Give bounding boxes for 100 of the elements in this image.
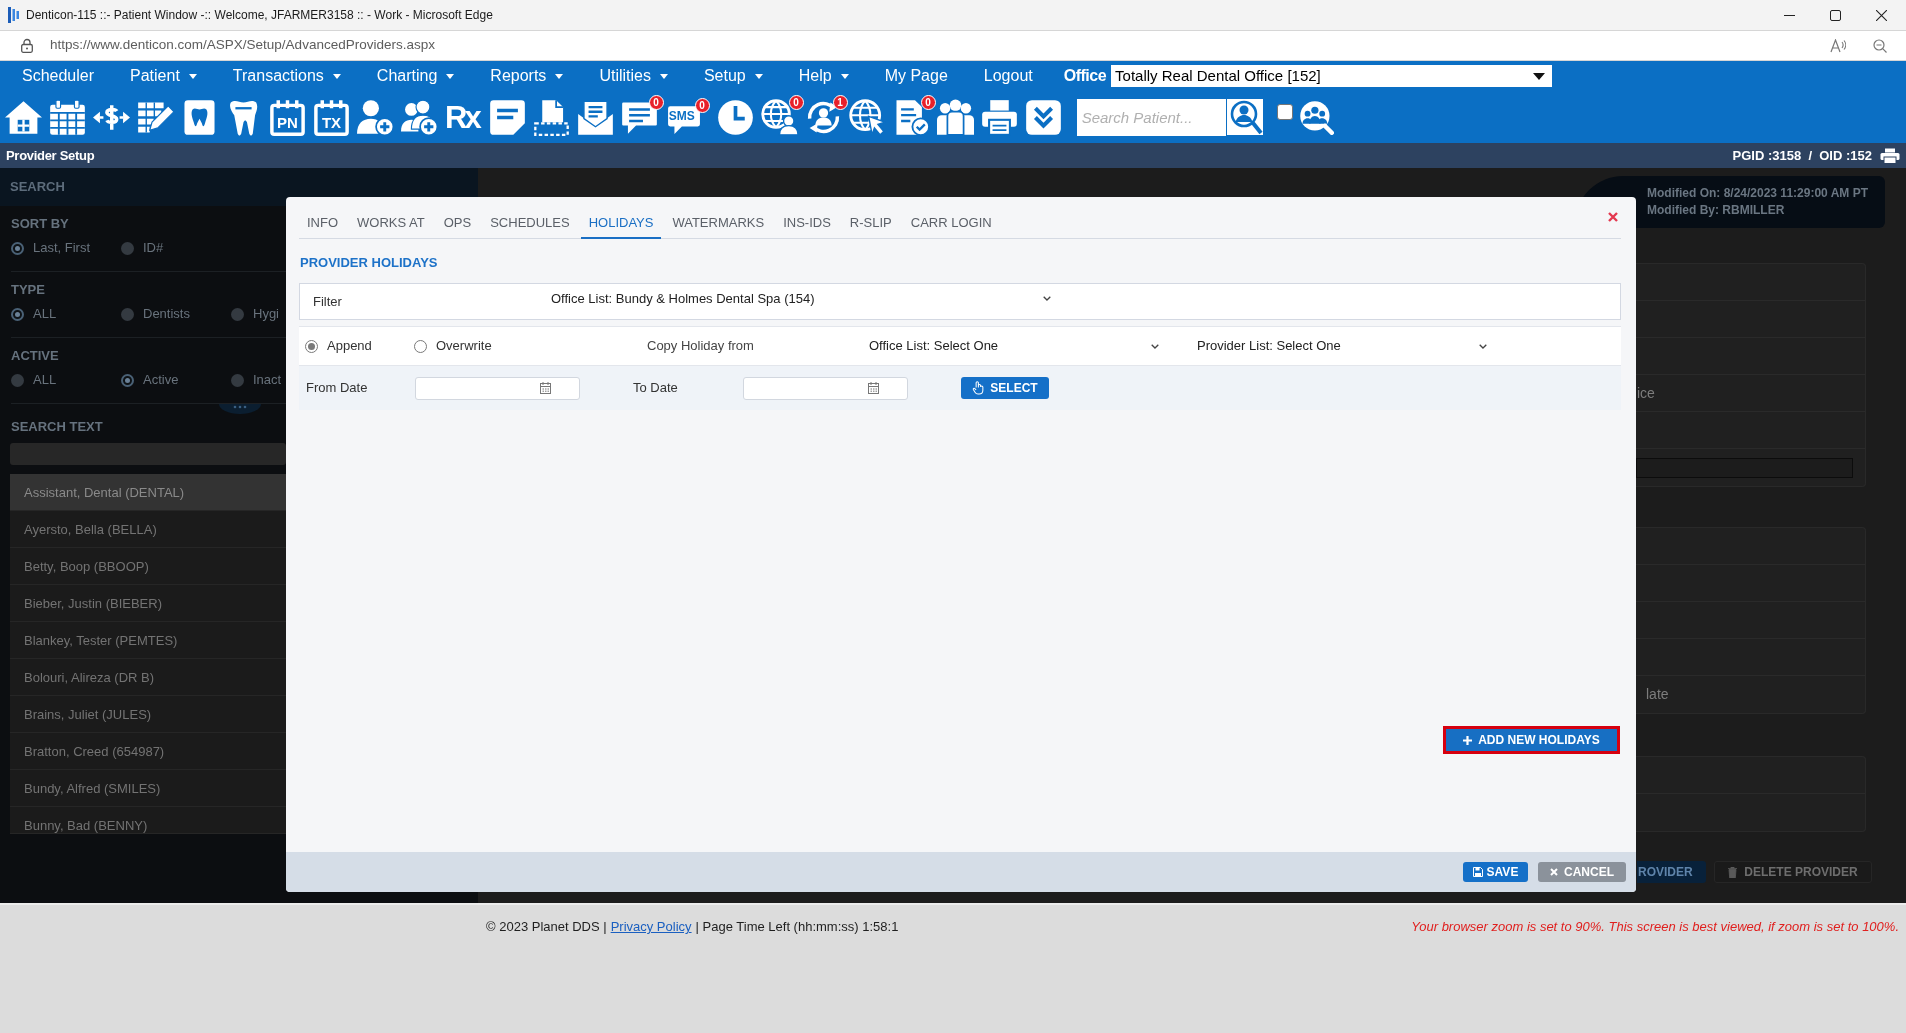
tab[interactable]: WORKS AT xyxy=(349,209,433,239)
tx-button[interactable]: TX xyxy=(313,98,350,136)
filter-heading: SEARCH TEXT xyxy=(11,419,104,435)
menu-item[interactable]: Setup xyxy=(703,64,763,88)
radio-button[interactable] xyxy=(11,241,24,255)
tab[interactable]: SCHEDULES xyxy=(482,209,578,239)
people-icon[interactable] xyxy=(936,98,974,136)
pn-button[interactable]: PN xyxy=(269,98,306,136)
filter-dropdown[interactable]: Office List: Bundy & Holmes Dental Spa (154) xyxy=(545,288,1061,309)
dropdown[interactable]: Provider List: Select One xyxy=(1197,336,1490,356)
printer-icon[interactable] xyxy=(1880,147,1900,164)
search-field[interactable] xyxy=(10,443,286,465)
calendar-frame-icon xyxy=(313,98,350,136)
radio-button[interactable] xyxy=(121,241,134,255)
save-icon xyxy=(1472,867,1483,877)
dropdown[interactable]: Office List: Select One xyxy=(869,336,1162,356)
menu-item[interactable]: Utilities xyxy=(599,64,668,88)
menu-item[interactable]: Scheduler xyxy=(22,64,95,88)
radio-button[interactable] xyxy=(414,339,427,353)
field-label: Copy Holiday from xyxy=(647,337,755,356)
add-user-icon[interactable] xyxy=(357,98,394,136)
home-icon[interactable] xyxy=(5,98,42,136)
calendar-icon[interactable] xyxy=(49,98,86,136)
radio-button[interactable] xyxy=(121,307,134,321)
save-button[interactable]: SAVE xyxy=(1463,862,1528,882)
modified-on-text: Modified On: 8/24/2023 11:29:00 AM PT xyxy=(1647,185,1869,201)
menu-item[interactable]: Charting xyxy=(376,64,455,88)
radio-label: ALL xyxy=(33,305,57,324)
group-search-icon[interactable] xyxy=(1297,99,1334,135)
delete-provider-button[interactable]: DELETE PROVIDER xyxy=(1714,861,1872,883)
radio-button[interactable] xyxy=(11,307,24,321)
field-label: late xyxy=(1645,685,1669,704)
menu-item[interactable]: Reports xyxy=(490,64,564,88)
tooth-card-icon[interactable] xyxy=(181,98,218,136)
radio-label: Last, First xyxy=(33,239,91,258)
office-select[interactable]: Totally Real Dental Office [152] xyxy=(1111,65,1553,87)
tab[interactable]: HOLIDAYS xyxy=(580,209,662,239)
handle-icon[interactable] xyxy=(219,404,261,414)
globe-cursor-icon[interactable] xyxy=(848,98,886,136)
menu-item[interactable]: My Page xyxy=(884,64,948,88)
read-aloud-icon[interactable] xyxy=(1830,38,1846,53)
tab[interactable]: OPS xyxy=(435,209,480,239)
plus-icon xyxy=(1463,735,1473,745)
url-field[interactable]: https://www.denticon.com/ASPX/Setup/AdvancedProviders.aspx xyxy=(50,35,435,56)
checkbox[interactable] xyxy=(1276,104,1293,120)
text-field[interactable] xyxy=(1636,457,1853,478)
radio-label: ALL xyxy=(33,371,57,390)
notification-badge: 0 xyxy=(920,94,936,110)
field-label: ice xyxy=(1636,383,1655,403)
date-field[interactable] xyxy=(743,376,908,400)
field-label: Filter xyxy=(312,292,343,311)
window-title: Denticon-115 ::- Patient Window -:: Welcome, JFARMER3158 :: - Work - Microsoft Edge xyxy=(26,7,493,24)
tab[interactable]: WATERMARKS xyxy=(664,209,773,239)
zoom-out-icon[interactable] xyxy=(1873,38,1887,53)
add-holidays-button[interactable]: ADD NEW HOLIDAYS xyxy=(1443,726,1620,754)
menu-item[interactable]: Help xyxy=(798,64,849,88)
radio-button[interactable] xyxy=(11,373,24,387)
radio-label: Append xyxy=(327,337,372,356)
double-chevron-icon[interactable] xyxy=(1024,98,1062,136)
section-title: PROVIDER HOLIDAYS xyxy=(300,255,439,271)
session-time-text: | Page Time Left (hh:mm:ss) 1:58:1 xyxy=(695,918,899,936)
privacy-policy-link[interactable]: Privacy Policy xyxy=(610,917,692,937)
note-icon[interactable] xyxy=(488,98,526,136)
tab[interactable]: CARR LOGIN xyxy=(902,209,1000,239)
notification-badge: 1 xyxy=(832,94,848,110)
patient-search-field[interactable]: Search Patient... xyxy=(1076,98,1226,136)
patient-search-icon[interactable] xyxy=(1225,98,1264,136)
menu-item[interactable]: Transactions xyxy=(232,64,341,88)
chevron-down-icon xyxy=(1043,296,1051,301)
tab[interactable]: INFO xyxy=(299,209,347,239)
add-users-icon[interactable] xyxy=(401,98,438,136)
sms-button[interactable]: SMS 0 xyxy=(664,98,710,136)
tab[interactable]: INS-IDS xyxy=(775,209,839,239)
modified-by-text: Modified By: RBMILLER xyxy=(1647,202,1786,218)
radio-button[interactable] xyxy=(231,373,244,387)
menu-item[interactable]: Patient xyxy=(130,64,197,88)
tab[interactable]: R-SLIP xyxy=(841,209,900,239)
clock-icon[interactable] xyxy=(716,98,754,136)
pointer-hand-icon xyxy=(972,381,985,395)
calendar-frame-icon xyxy=(269,98,306,136)
provider-button[interactable]: ROVIDER xyxy=(1637,861,1706,883)
select-button[interactable]: SELECT xyxy=(961,377,1049,399)
maximize-icon[interactable] xyxy=(1830,9,1841,21)
printer-icon[interactable] xyxy=(980,98,1018,136)
rx-button[interactable]: Rx xyxy=(445,98,482,136)
radio-label: Hygi xyxy=(253,305,279,324)
radio-button[interactable] xyxy=(305,339,318,353)
radio-button[interactable] xyxy=(231,307,244,321)
globe-user-icon[interactable] xyxy=(760,98,798,136)
date-field[interactable] xyxy=(415,376,580,400)
lock-icon xyxy=(21,38,33,53)
close-icon xyxy=(1550,868,1558,876)
menu-item[interactable]: Logout xyxy=(983,64,1033,88)
cancel-button[interactable]: CANCEL xyxy=(1538,862,1626,882)
filter-heading: TYPE xyxy=(11,282,46,298)
scanner-icon[interactable] xyxy=(532,98,570,136)
provider-list-item[interactable]: Assistant, Dental (DENTAL) xyxy=(10,474,286,511)
radio-button[interactable] xyxy=(121,373,134,387)
radio-label: ID# xyxy=(143,239,164,258)
close-icon[interactable] xyxy=(1876,9,1887,21)
